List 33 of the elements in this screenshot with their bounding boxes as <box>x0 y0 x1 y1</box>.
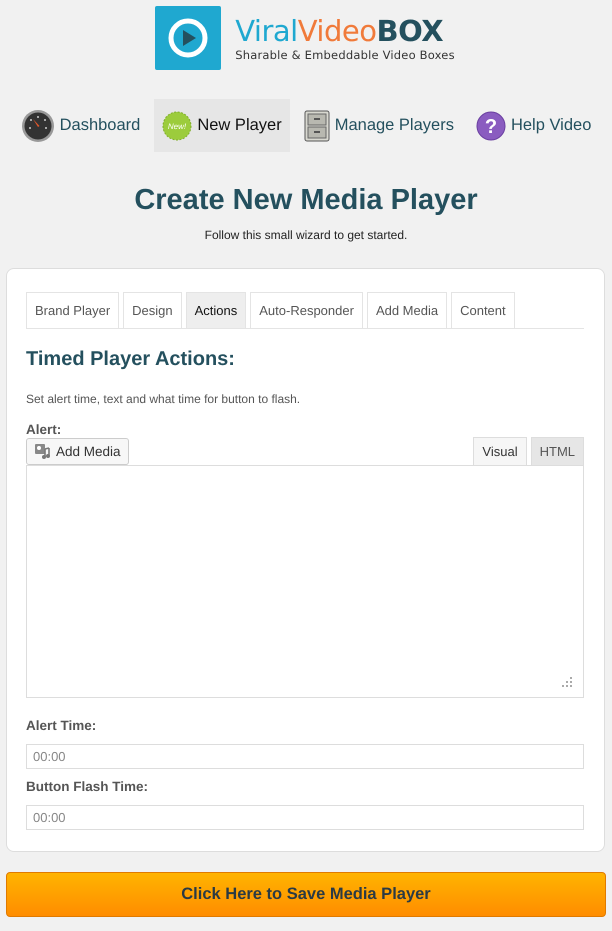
section-title: Timed Player Actions: <box>26 347 236 371</box>
tab[interactable]: Design <box>123 292 182 328</box>
text-editor[interactable] <box>26 465 584 698</box>
save-button[interactable]: Click Here to Save Media Player <box>6 872 606 917</box>
new-badge-icon: New! <box>162 110 192 140</box>
help-icon: ? <box>476 110 506 140</box>
tab[interactable]: Add Media <box>366 292 448 328</box>
tab[interactable]: Content <box>451 292 515 328</box>
section-description: Set alert time, text and what time for button to flash. <box>26 392 302 406</box>
page-heading: Create New Media Player <box>133 183 479 218</box>
time-input-field[interactable]: 00:00 <box>26 805 584 830</box>
page-subheading: Follow this small wizard to get started. <box>204 228 408 242</box>
field-label: Alert: <box>26 422 62 437</box>
resize-grip-icon <box>562 677 572 687</box>
filing-cabinet-icon <box>304 110 330 142</box>
tab[interactable]: Auto-Responder <box>250 292 363 328</box>
tab[interactable]: Actions <box>186 292 246 328</box>
editor-tab[interactable]: Visual <box>473 437 527 465</box>
field-label: Alert Time: <box>26 718 98 733</box>
time-input-field[interactable]: 00:00 <box>26 744 584 769</box>
logo-wordmark: ViralVideoBOX <box>235 14 444 46</box>
nav-item[interactable]: ? Help Video <box>468 99 600 152</box>
media-icon <box>34 443 51 460</box>
add-media-button[interactable]: Add Media <box>26 438 129 465</box>
logo-tagline: Sharable & Embeddable Video Boxes <box>235 48 455 62</box>
nav-item[interactable]: Manage Players <box>296 99 462 152</box>
speedometer-icon <box>20 108 55 142</box>
play-logo-icon <box>155 6 222 70</box>
tab[interactable]: Brand Player <box>26 292 120 328</box>
nav-item[interactable]: New! New Player <box>154 99 290 152</box>
editor-tab[interactable]: HTML <box>530 437 584 465</box>
nav-item[interactable]: Dashboard <box>12 99 148 152</box>
field-label: Button Flash Time: <box>26 779 150 794</box>
